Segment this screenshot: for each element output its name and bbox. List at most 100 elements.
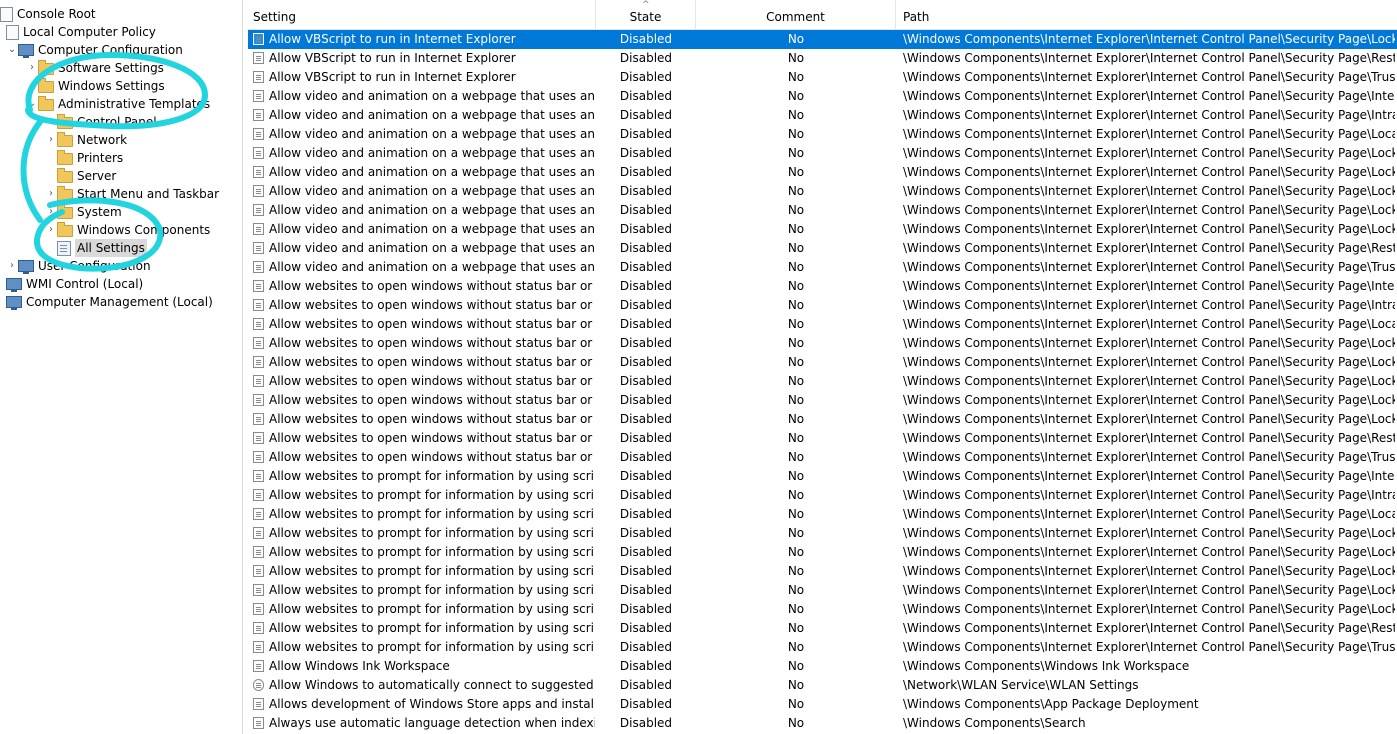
path-cell: \Windows Components\Internet Explorer\In… [903,89,1395,103]
table-row[interactable]: Allow video and animation on a webpage t… [248,201,1397,220]
tree-computer-configuration[interactable]: ⌄ Computer Configuration [6,41,183,59]
table-row[interactable]: Allow websites to prompt for information… [248,619,1397,638]
state-cell: Disabled [619,450,673,464]
table-row[interactable]: Allow VBScript to run in Internet Explor… [248,49,1397,68]
table-row[interactable]: Allow websites to prompt for information… [248,524,1397,543]
table-row[interactable]: Allow Windows to automatically connect t… [248,676,1397,695]
tree-printers[interactable]: Printers [45,149,123,167]
comment-cell: No [787,526,805,540]
tree-server[interactable]: Server [45,167,116,185]
table-row[interactable]: Allow video and animation on a webpage t… [248,220,1397,239]
comment-cell: No [787,412,805,426]
policy-setting-icon [253,451,264,463]
table-row[interactable]: Always use automatic language detection … [248,714,1397,733]
table-row[interactable]: Allow VBScript to run in Internet Explor… [248,30,1397,49]
table-row[interactable]: Allow video and animation on a webpage t… [248,144,1397,163]
chevron-right-icon[interactable]: › [45,203,57,221]
table-row[interactable]: Allow video and animation on a webpage t… [248,182,1397,201]
tree-computer-management[interactable]: Computer Management (Local) [6,293,213,311]
table-row[interactable]: Allow websites to open windows without s… [248,448,1397,467]
table-row[interactable]: Allow video and animation on a webpage t… [248,125,1397,144]
table-row[interactable]: Allow websites to open windows without s… [248,429,1397,448]
table-row[interactable]: Allow websites to open windows without s… [248,372,1397,391]
tree-windows-components[interactable]: › Windows Components [45,221,210,239]
chevron-down-icon[interactable]: ⌄ [26,95,38,113]
tree-user-configuration[interactable]: › User Configuration [6,257,151,275]
path-cell: \Windows Components\Search [903,716,1086,730]
state-cell: Disabled [619,146,673,160]
tree-local-computer-policy[interactable]: Local Computer Policy [6,23,156,41]
folder-icon [38,96,54,111]
table-row[interactable]: Allow VBScript to run in Internet Explor… [248,68,1397,87]
path-cell: \Windows Components\Internet Explorer\In… [903,279,1395,293]
policy-setting-icon [253,527,264,539]
tree-control-panel[interactable]: › Control Panel [45,113,157,131]
table-row[interactable]: Allow websites to open windows without s… [248,277,1397,296]
table-row[interactable]: Allow websites to prompt for information… [248,562,1397,581]
tree-all-settings[interactable]: All Settings [45,239,147,257]
chevron-right-icon[interactable]: › [45,113,57,131]
console-tree[interactable]: Console Root Local Computer Policy ⌄ Com… [0,0,243,734]
policy-setting-icon [253,394,264,406]
setting-cell: Always use automatic language detection … [269,716,595,730]
table-row[interactable]: Allow websites to open windows without s… [248,353,1397,372]
comment-cell: No [787,716,805,730]
tree-console-root[interactable]: Console Root [0,5,96,23]
tree-administrative-templates[interactable]: ⌄ Administrative Templates [26,95,210,113]
table-row[interactable]: Allow video and animation on a webpage t… [248,258,1397,277]
table-row[interactable]: Allows development of Windows Store apps… [248,695,1397,714]
table-row[interactable]: Allow websites to prompt for information… [248,543,1397,562]
table-row[interactable]: Allow video and animation on a webpage t… [248,239,1397,258]
chevron-right-icon[interactable]: › [6,257,18,275]
table-row[interactable]: Allow Windows Ink Workspace Disabled No \Wi… [248,657,1397,676]
path-cell: \Windows Components\Internet Explorer\In… [903,127,1395,141]
chevron-right-icon[interactable]: › [45,185,57,203]
policy-setting-icon [253,603,264,615]
table-row[interactable]: Allow websites to prompt for information… [248,638,1397,657]
path-cell: \Windows Components\Internet Explorer\In… [903,260,1395,274]
tree-software-settings[interactable]: › Software Settings [26,59,164,77]
tree-network[interactable]: › Network [45,131,127,149]
column-header-setting[interactable]: Setting [248,0,596,29]
table-row[interactable]: Allow websites to open windows without s… [248,391,1397,410]
setting-cell: Allow video and animation on a webpage t… [269,89,595,103]
state-cell: Disabled [619,640,673,654]
path-cell: \Windows Components\Windows Ink Workspac… [903,659,1190,673]
table-row[interactable]: Allow websites to open windows without s… [248,334,1397,353]
state-cell: Disabled [619,279,673,293]
tree-wmi-control[interactable]: WMI Control (Local) [6,275,143,293]
table-row[interactable]: Allow video and animation on a webpage t… [248,163,1397,182]
comment-cell: No [787,317,805,331]
column-header-path[interactable]: Path [896,0,1397,29]
tree-start-menu-taskbar[interactable]: › Start Menu and Taskbar [45,185,219,203]
policy-setting-icon [253,71,264,83]
table-row[interactable]: Allow websites to prompt for information… [248,467,1397,486]
table-row[interactable]: Allow websites to prompt for information… [248,600,1397,619]
table-row[interactable]: Allow video and animation on a webpage t… [248,87,1397,106]
column-header-comment[interactable]: Comment [696,0,896,29]
table-row[interactable]: Allow websites to open windows without s… [248,296,1397,315]
table-row[interactable]: Allow websites to prompt for information… [248,581,1397,600]
tree-windows-settings[interactable]: › Windows Settings [26,77,165,95]
chevron-right-icon[interactable]: › [45,221,57,239]
table-row[interactable]: Allow websites to prompt for information… [248,505,1397,524]
path-cell: \Windows Components\Internet Explorer\In… [903,621,1395,635]
comment-cell: No [787,146,805,160]
tree-system[interactable]: › System [45,203,122,221]
table-row[interactable]: Allow websites to prompt for information… [248,486,1397,505]
settings-list-view[interactable]: Setting State ^ Comment Path Allow VBScr… [248,0,1397,734]
policy-setting-icon [253,261,264,273]
path-cell: \Windows Components\Internet Explorer\In… [903,165,1395,179]
tree-label: Computer Configuration [38,43,183,57]
chevron-down-icon[interactable]: ⌄ [6,41,18,59]
chevron-right-icon[interactable]: › [45,131,57,149]
path-cell: \Windows Components\Internet Explorer\In… [903,545,1395,559]
table-row[interactable]: Allow websites to open windows without s… [248,315,1397,334]
table-row[interactable]: Allow websites to open windows without s… [248,410,1397,429]
comment-cell: No [787,184,805,198]
chevron-right-icon[interactable]: › [26,77,38,95]
chevron-right-icon[interactable]: › [26,59,38,77]
table-row[interactable]: Allow video and animation on a webpage t… [248,106,1397,125]
setting-cell: Allow video and animation on a webpage t… [269,165,595,179]
